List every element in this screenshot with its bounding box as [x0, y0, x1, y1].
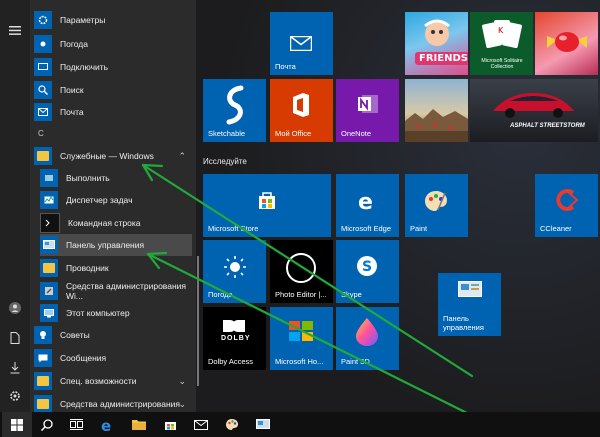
paint-palette-icon	[226, 419, 238, 430]
task-view-button[interactable]	[61, 412, 91, 437]
svg-text:e: e	[101, 418, 111, 432]
mail-icon	[194, 419, 208, 430]
windows-start-icon	[11, 418, 23, 431]
taskbar-explorer-button[interactable]	[124, 412, 154, 437]
taskbar-control-panel-button[interactable]	[248, 412, 278, 437]
edge-icon: e	[101, 418, 111, 432]
arrow-to-windows-folder	[141, 163, 474, 378]
taskbar-mail-button[interactable]	[186, 412, 216, 437]
start-button[interactable]	[2, 412, 32, 437]
taskbar-paint-button[interactable]	[217, 412, 247, 437]
search-icon	[41, 418, 53, 431]
folder-icon	[132, 420, 146, 430]
store-icon	[164, 422, 176, 430]
task-view-icon	[69, 419, 83, 430]
taskbar-store-button[interactable]	[155, 412, 185, 437]
annotation-arrows	[141, 163, 495, 428]
taskbar-edge-button[interactable]: e	[92, 412, 122, 437]
taskbar-search-button[interactable]	[32, 412, 62, 437]
control-panel-icon	[256, 418, 270, 429]
